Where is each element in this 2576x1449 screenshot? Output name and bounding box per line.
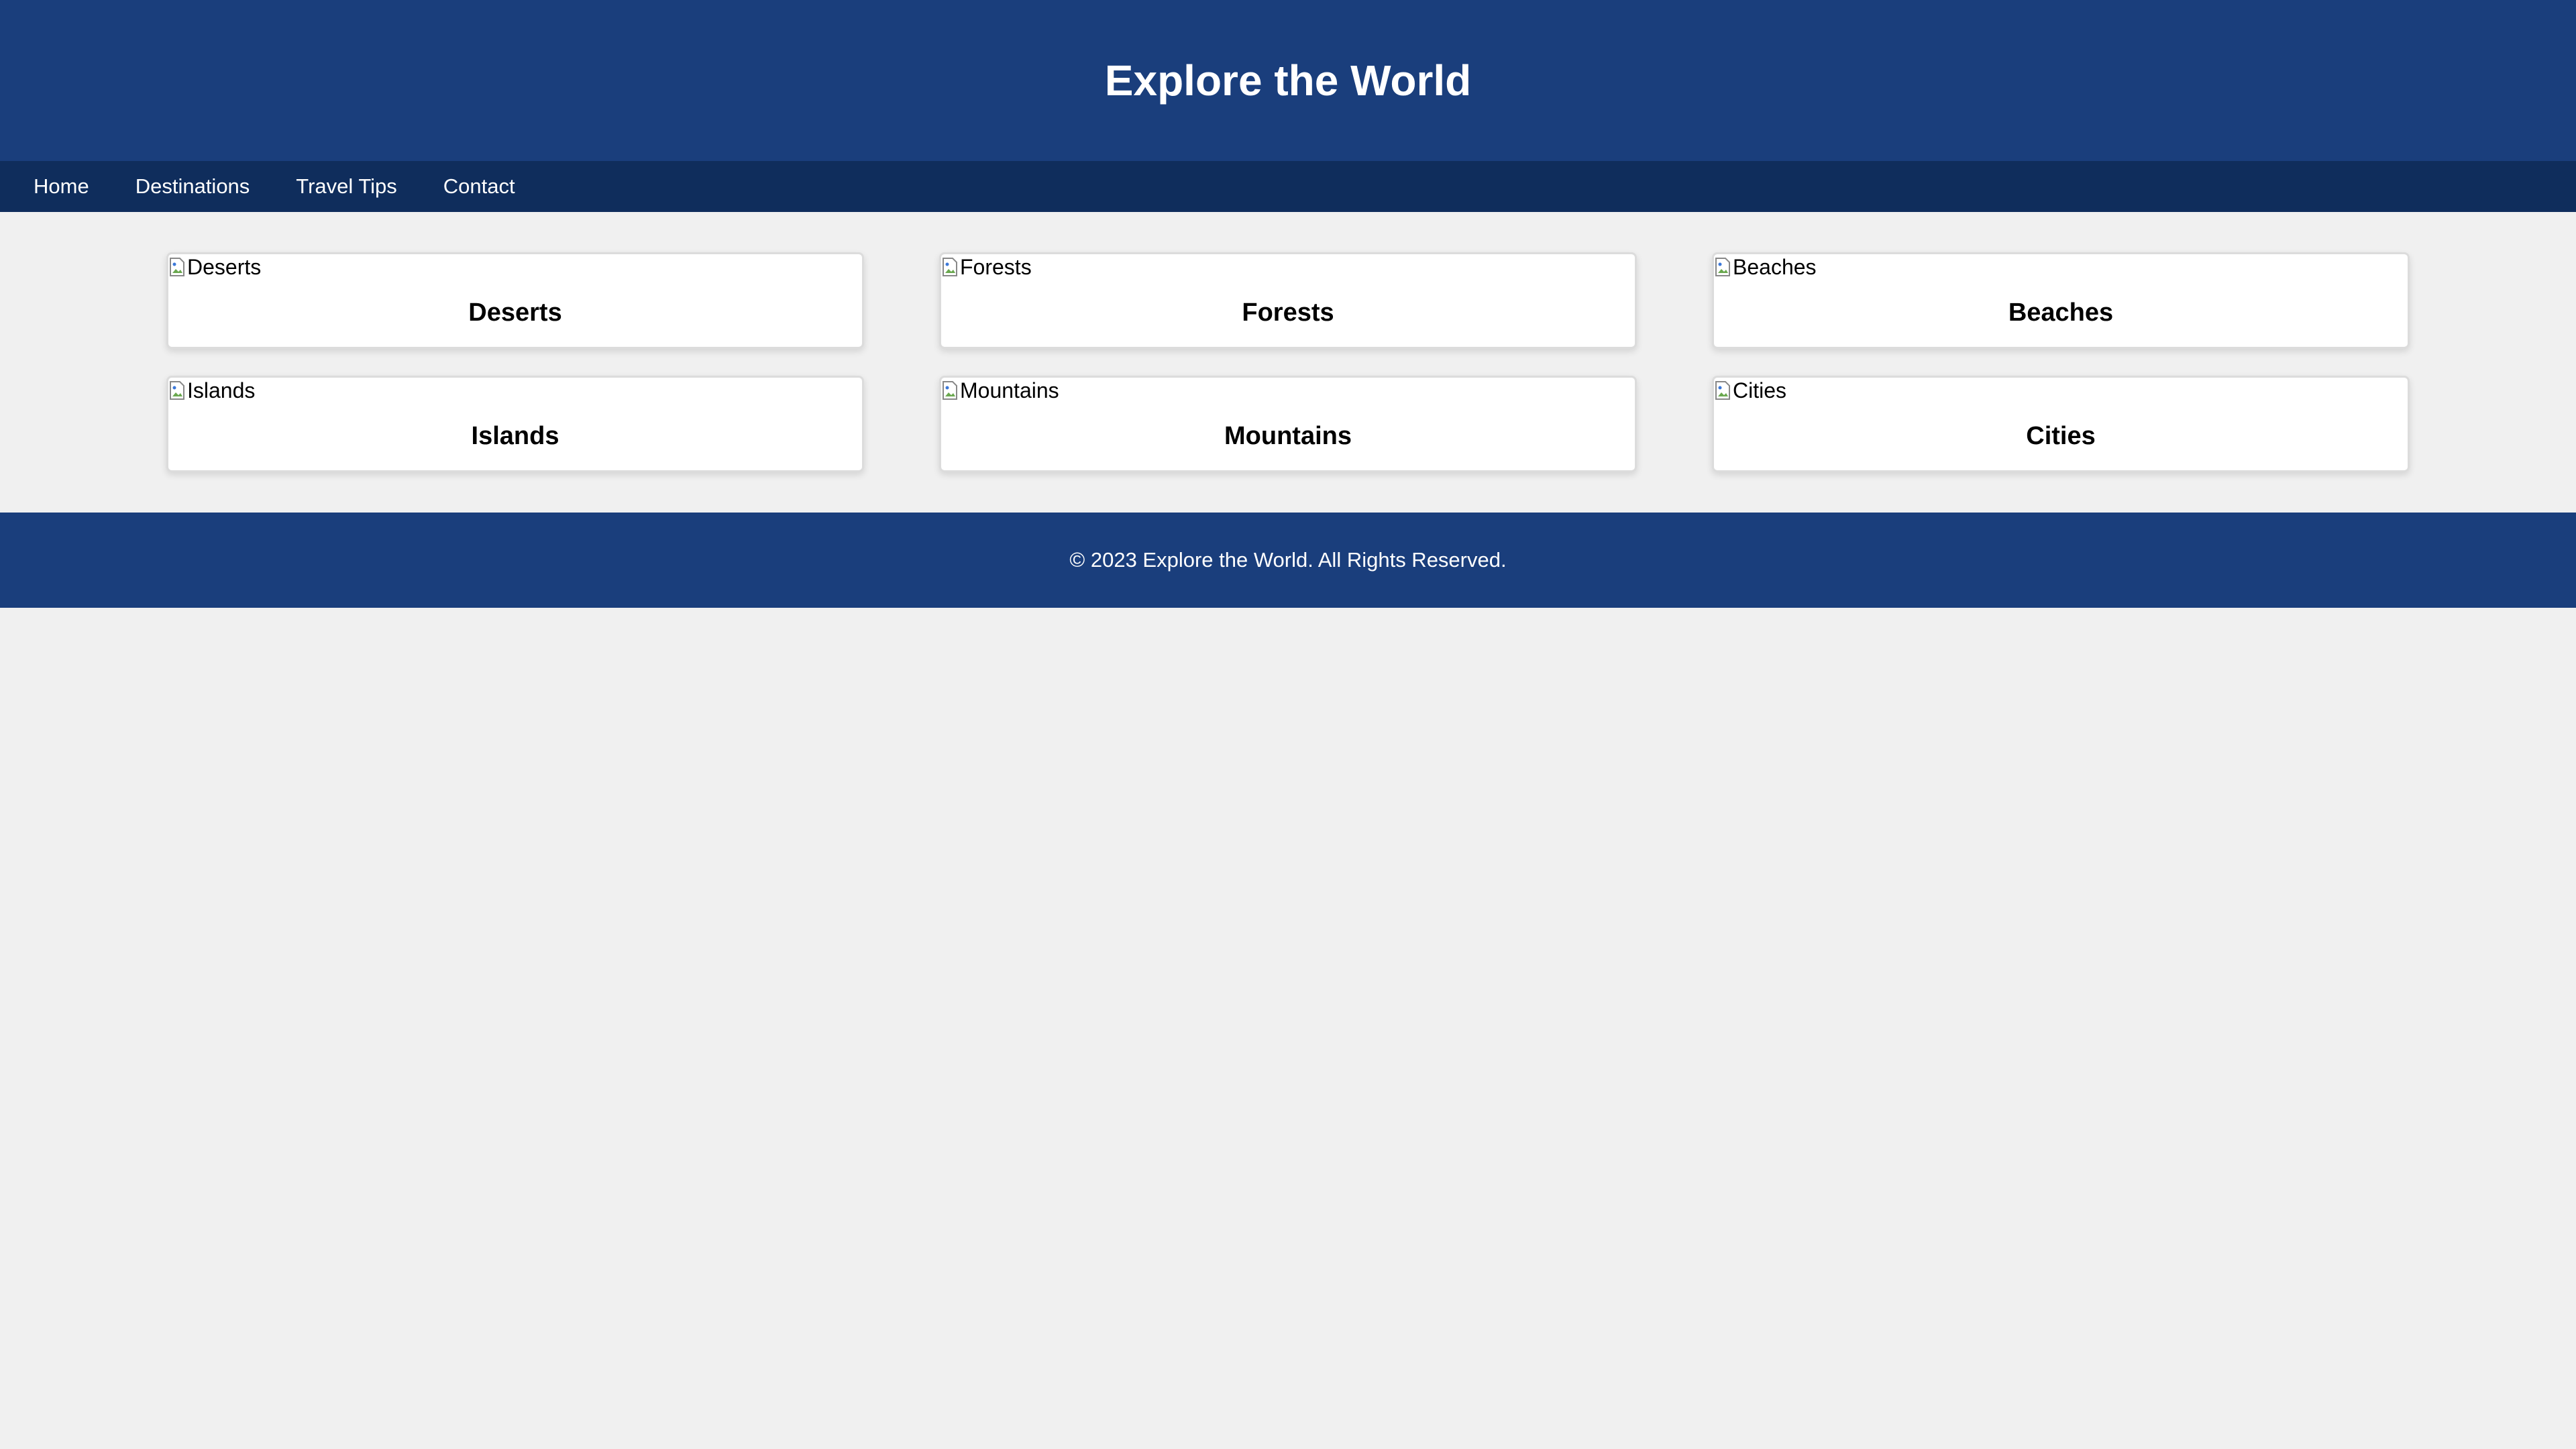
destination-card-mountains[interactable]: Mountains Mountains	[939, 376, 1637, 472]
nav-item-travel-tips[interactable]: Travel Tips	[296, 174, 396, 199]
broken-image-icon	[170, 258, 184, 276]
card-title: Islands	[471, 422, 559, 450]
card-image-alt: Beaches	[1733, 255, 1817, 279]
broken-image-icon	[170, 381, 184, 400]
main-content: Deserts Deserts Forests Forests Beaches …	[0, 212, 2576, 513]
destination-card-deserts[interactable]: Deserts Deserts	[166, 252, 864, 349]
card-title: Deserts	[468, 299, 562, 327]
card-title: Beaches	[2008, 299, 2114, 327]
page-title: Explore the World	[1104, 56, 1472, 105]
nav-item-home[interactable]: Home	[34, 174, 89, 199]
broken-image-icon	[1715, 381, 1730, 400]
card-title: Forests	[1242, 299, 1334, 327]
broken-image-icon	[943, 258, 957, 276]
destination-card-beaches[interactable]: Beaches Beaches	[1712, 252, 2410, 349]
card-image: Beaches	[1714, 254, 2408, 280]
card-image: Islands	[168, 378, 862, 403]
destination-card-cities[interactable]: Cities Cities	[1712, 376, 2410, 472]
card-image: Deserts	[168, 254, 862, 280]
card-image-alt: Cities	[1733, 378, 1787, 402]
card-image-alt: Mountains	[960, 378, 1059, 402]
footer-copyright: © 2023 Explore the World. All Rights Res…	[1069, 548, 1507, 572]
nav-item-destinations[interactable]: Destinations	[136, 174, 250, 199]
card-image-alt: Forests	[960, 255, 1032, 279]
card-image-alt: Deserts	[187, 255, 262, 279]
destination-card-islands[interactable]: Islands Islands	[166, 376, 864, 472]
card-image: Forests	[941, 254, 1635, 280]
broken-image-icon	[943, 381, 957, 400]
card-image-alt: Islands	[187, 378, 256, 402]
card-title: Cities	[2026, 422, 2096, 450]
destination-grid: Deserts Deserts Forests Forests Beaches …	[0, 252, 2576, 474]
card-image: Cities	[1714, 378, 2408, 403]
site-footer: © 2023 Explore the World. All Rights Res…	[0, 513, 2576, 608]
card-title: Mountains	[1224, 422, 1352, 450]
card-image: Mountains	[941, 378, 1635, 403]
main-nav: Home Destinations Travel Tips Contact	[0, 161, 2576, 212]
destination-card-forests[interactable]: Forests Forests	[939, 252, 1637, 349]
nav-item-contact[interactable]: Contact	[443, 174, 515, 199]
site-header: Explore the World	[0, 0, 2576, 161]
broken-image-icon	[1715, 258, 1730, 276]
